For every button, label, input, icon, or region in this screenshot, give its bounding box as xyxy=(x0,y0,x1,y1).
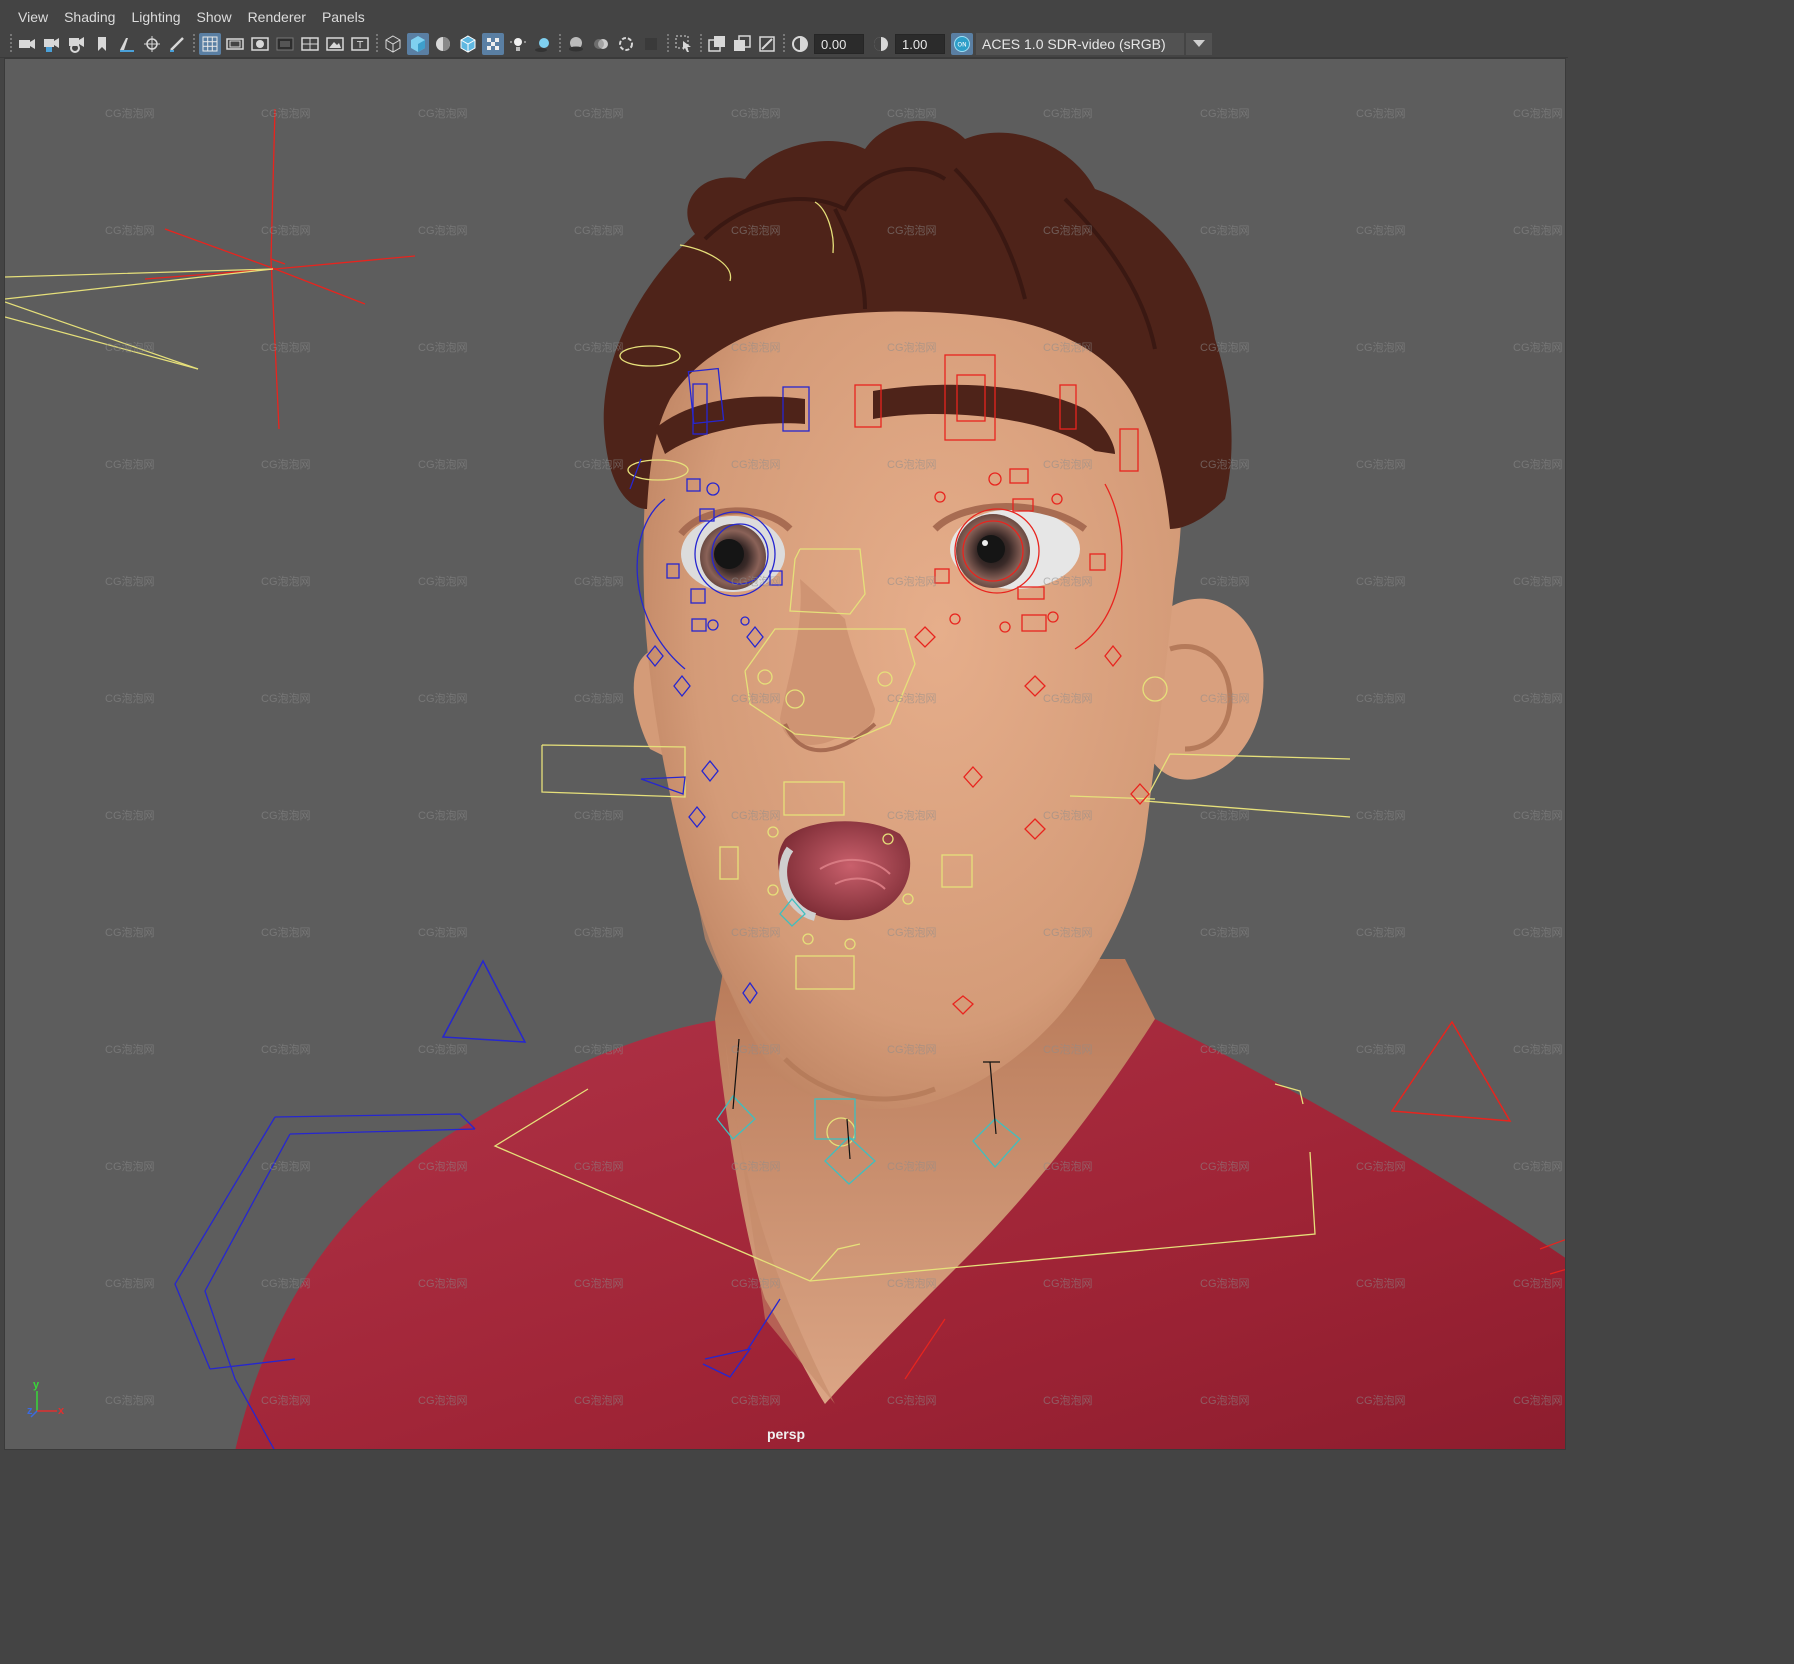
isolate-select-icon[interactable] xyxy=(706,33,728,55)
axis-x-label: x xyxy=(58,1405,65,1417)
menu-show[interactable]: Show xyxy=(189,0,240,30)
xray-joints-icon[interactable] xyxy=(756,33,778,55)
xray-icon[interactable] xyxy=(731,33,753,55)
toolbar-separator xyxy=(193,33,195,54)
3d-viewport[interactable]: CG泡泡网 CG泡泡网 CG泡泡网 CG泡泡网 CG泡泡网 CG泡泡网 CG泡泡网 CG泡泡网… xyxy=(4,58,1566,1450)
exposure-icon[interactable] xyxy=(789,33,811,55)
grease-pencil-icon[interactable] xyxy=(166,33,188,55)
gamma-field[interactable]: 1.00 xyxy=(895,33,945,54)
wireframe-icon[interactable] xyxy=(382,33,404,55)
color-management-toggle[interactable]: ON xyxy=(951,32,973,55)
light-direction-lines xyxy=(5,268,274,370)
camera-settings-icon[interactable] xyxy=(66,33,88,55)
field-chart-icon[interactable] xyxy=(299,33,321,55)
grid-snap-icon[interactable] xyxy=(141,33,163,55)
color-space-dropdown[interactable]: ACES 1.0 SDR-video (sRGB) xyxy=(976,32,1184,55)
svg-text:T: T xyxy=(356,40,364,51)
menu-panels[interactable]: Panels xyxy=(314,0,373,30)
smooth-shade-icon[interactable] xyxy=(407,32,429,55)
camera-attributes-icon[interactable] xyxy=(41,33,63,55)
panel-menu-bar: View Shading Lighting Show Renderer Pane… xyxy=(0,0,1568,30)
resolution-gate-icon[interactable] xyxy=(249,33,271,55)
exposure-field[interactable]: 0.00 xyxy=(814,33,864,54)
toolbar-separator xyxy=(783,33,785,54)
select-camera-icon[interactable] xyxy=(673,33,695,55)
gate-mask-icon[interactable] xyxy=(274,33,296,55)
motion-blur-icon[interactable] xyxy=(590,33,612,55)
safe-title-icon[interactable]: T xyxy=(349,33,371,55)
maya-viewport-panel: View Shading Lighting Show Renderer Pane… xyxy=(0,0,1568,1454)
gamma-icon[interactable] xyxy=(870,33,892,55)
color-space-dropdown-arrow[interactable] xyxy=(1186,32,1212,55)
triangle-control-red xyxy=(1390,1020,1512,1122)
axis-gizmo: y z x xyxy=(25,1379,75,1423)
light-locator xyxy=(144,108,416,430)
camera-name-label: persp xyxy=(766,1426,806,1442)
textured-icon[interactable] xyxy=(482,32,504,55)
panel-toolbar: T 0.00 1.00 ON ACES 1.0 SDR-video (sRGB) xyxy=(0,30,1568,58)
use-all-lights-icon[interactable] xyxy=(507,33,529,55)
screen-space-ao-icon[interactable] xyxy=(565,33,587,55)
grid-icon[interactable] xyxy=(199,32,221,55)
safe-action-icon[interactable] xyxy=(324,33,346,55)
toolbar-separator xyxy=(10,33,12,54)
use-default-material-icon[interactable] xyxy=(432,33,454,55)
axis-y-label: y xyxy=(33,1379,40,1391)
wireframe-on-shaded-icon[interactable] xyxy=(457,33,479,55)
triangle-control-blue xyxy=(441,959,527,1043)
chevron-down-icon xyxy=(1193,40,1205,47)
toolbar-separator xyxy=(559,33,561,54)
toolbar-separator xyxy=(376,33,378,54)
axis-z-label: z xyxy=(27,1405,33,1417)
menu-lighting[interactable]: Lighting xyxy=(123,0,188,30)
depth-of-field-icon[interactable] xyxy=(640,33,662,55)
film-gate-icon[interactable] xyxy=(224,33,246,55)
menu-view[interactable]: View xyxy=(10,0,56,30)
bookmark-icon[interactable] xyxy=(91,33,113,55)
shadows-icon[interactable] xyxy=(532,33,554,55)
menu-renderer[interactable]: Renderer xyxy=(240,0,314,30)
scene-render xyxy=(5,108,1565,1449)
toolbar-separator xyxy=(700,33,702,54)
camera-icon[interactable] xyxy=(16,33,38,55)
anti-aliasing-icon[interactable] xyxy=(615,33,637,55)
menu-shading[interactable]: Shading xyxy=(56,0,123,30)
color-management-badge: ON xyxy=(957,41,966,48)
toolbar-separator xyxy=(667,33,669,54)
image-plane-icon[interactable] xyxy=(116,33,138,55)
